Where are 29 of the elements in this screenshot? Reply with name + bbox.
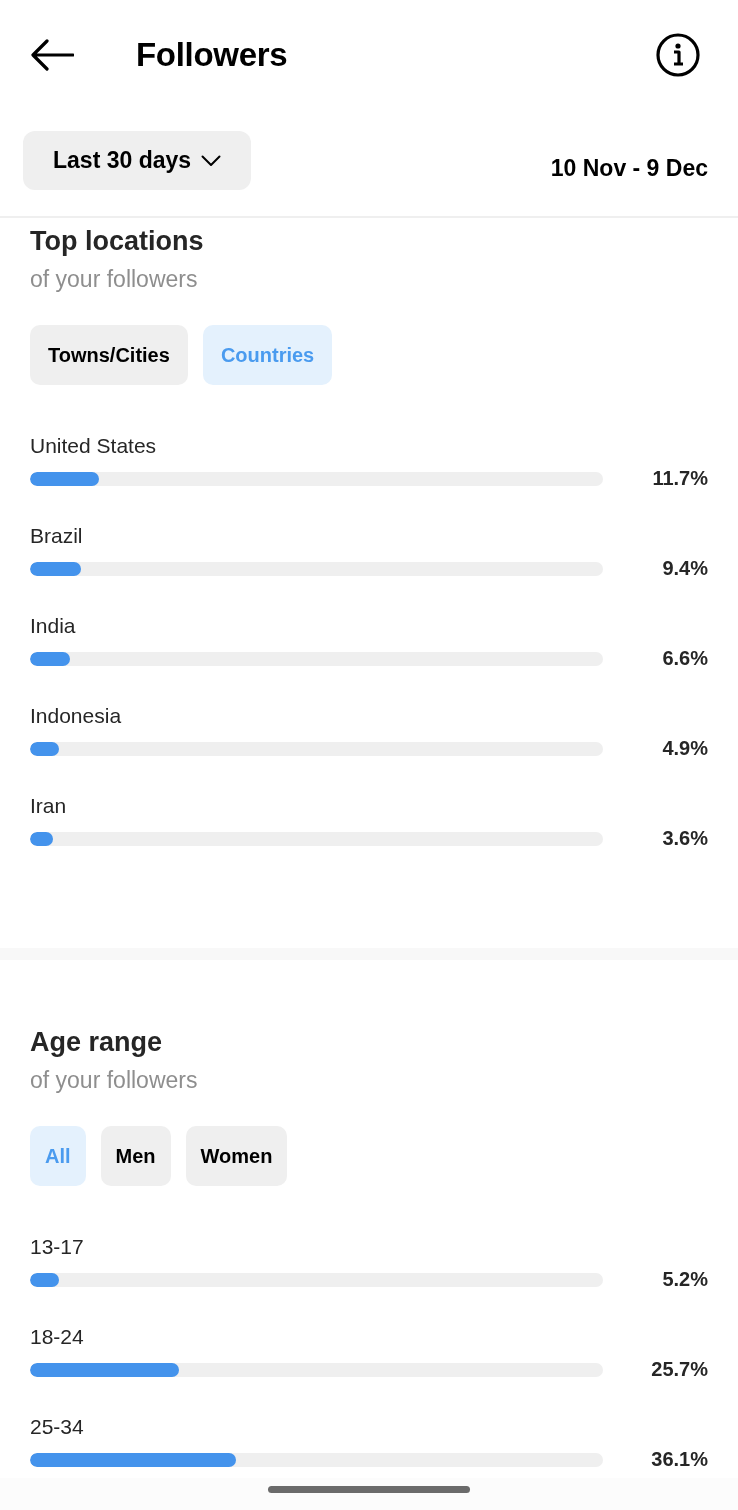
section-title: Top locations: [30, 225, 204, 257]
back-arrow-icon[interactable]: [30, 39, 74, 71]
percent-value: 5.2%: [662, 1267, 708, 1291]
percent-value: 3.6%: [662, 826, 708, 850]
period-dropdown[interactable]: Last 30 days: [23, 131, 252, 190]
percent-value: 36.1%: [651, 1447, 708, 1471]
section-subtitle: of your followers: [30, 265, 198, 294]
date-range-text: 10 Nov - 9 Dec: [550, 154, 708, 182]
bar-label: Iran: [30, 793, 67, 819]
page-title: Followers: [136, 35, 288, 75]
percent-value: 9.4%: [662, 556, 708, 580]
bar-label: Indonesia: [30, 703, 122, 729]
bar-label: 25-34: [30, 1414, 84, 1440]
percent-value: 11.7%: [652, 466, 708, 490]
bar-label: 18-24: [30, 1324, 84, 1350]
percent-value: 4.9%: [662, 736, 708, 760]
section-title: Age range: [30, 1026, 163, 1058]
bar-label: 13-17: [30, 1234, 84, 1260]
chevron-down-icon: [201, 154, 222, 167]
bar-label: Brazil: [30, 523, 83, 549]
bar-label: United States: [30, 433, 157, 459]
percent-value: 6.6%: [662, 646, 708, 670]
filter-chip[interactable]: Men: [100, 1126, 171, 1186]
filter-chip[interactable]: Towns/Cities: [30, 325, 188, 385]
filter-chip[interactable]: Women: [185, 1126, 288, 1186]
bar-label: India: [30, 613, 76, 639]
percent-value: 25.7%: [651, 1357, 708, 1381]
section-subtitle: of your followers: [30, 1066, 198, 1095]
info-icon[interactable]: [656, 33, 700, 77]
